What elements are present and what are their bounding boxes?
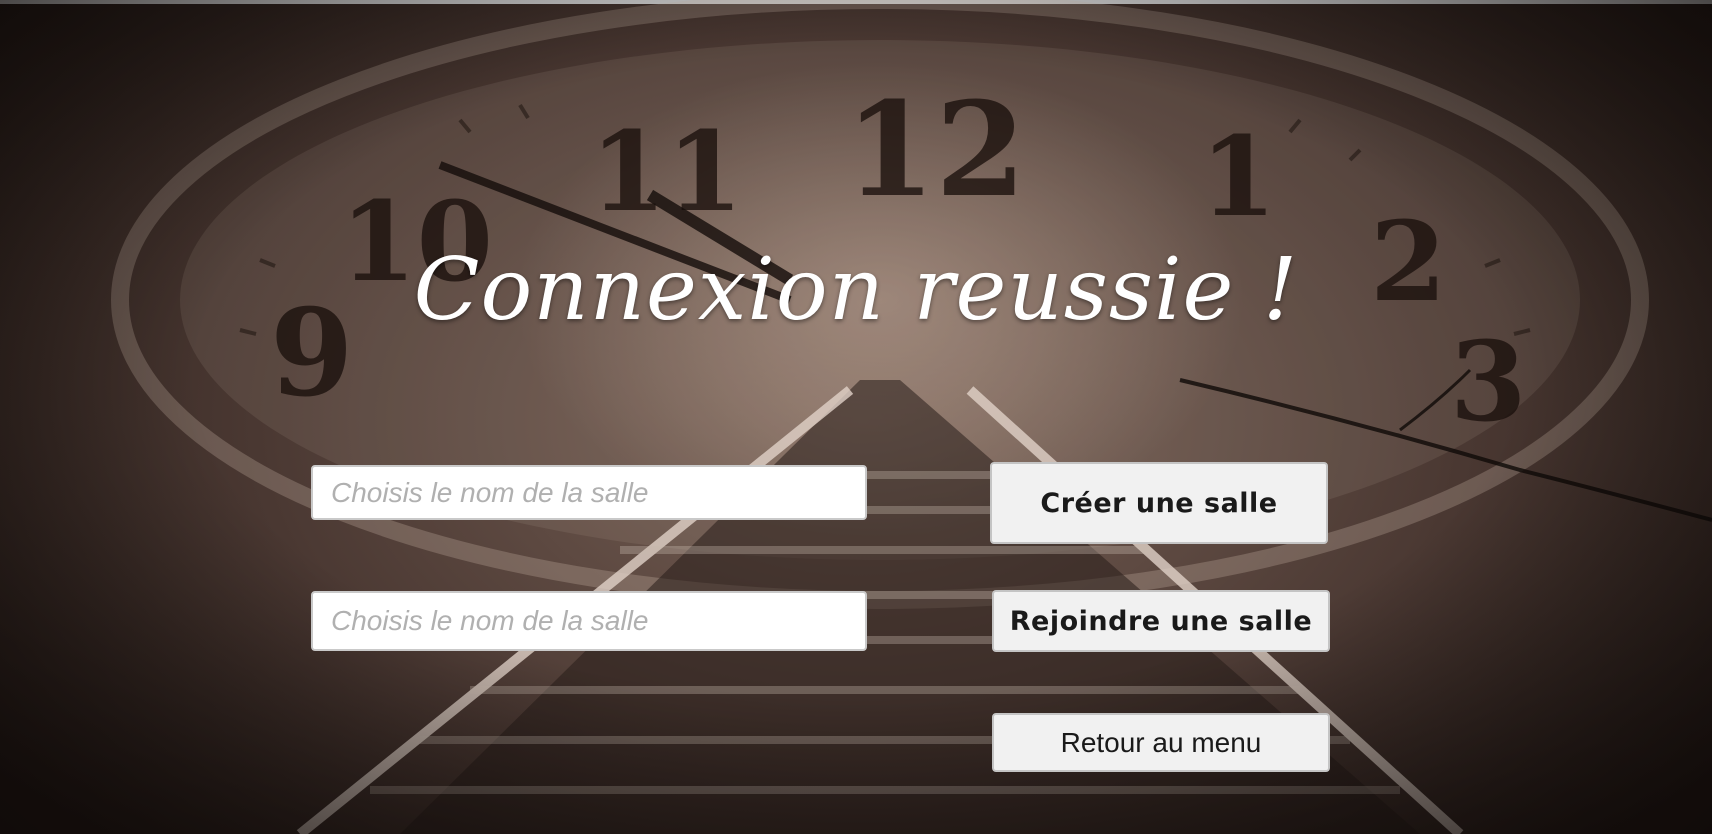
back-to-menu-button[interactable]: Retour au menu (992, 713, 1330, 772)
join-room-name-input[interactable] (311, 591, 867, 651)
page-title: Connexion reussie ! (413, 240, 1299, 340)
clock-railway-background: 12 1 2 3 9 10 11 (0, 0, 1712, 834)
create-room-button[interactable]: Créer une salle (990, 462, 1328, 544)
create-room-name-input[interactable] (311, 465, 867, 520)
join-room-button[interactable]: Rejoindre une salle (992, 590, 1330, 652)
game-screen: 12 1 2 3 9 10 11 (0, 0, 1712, 834)
